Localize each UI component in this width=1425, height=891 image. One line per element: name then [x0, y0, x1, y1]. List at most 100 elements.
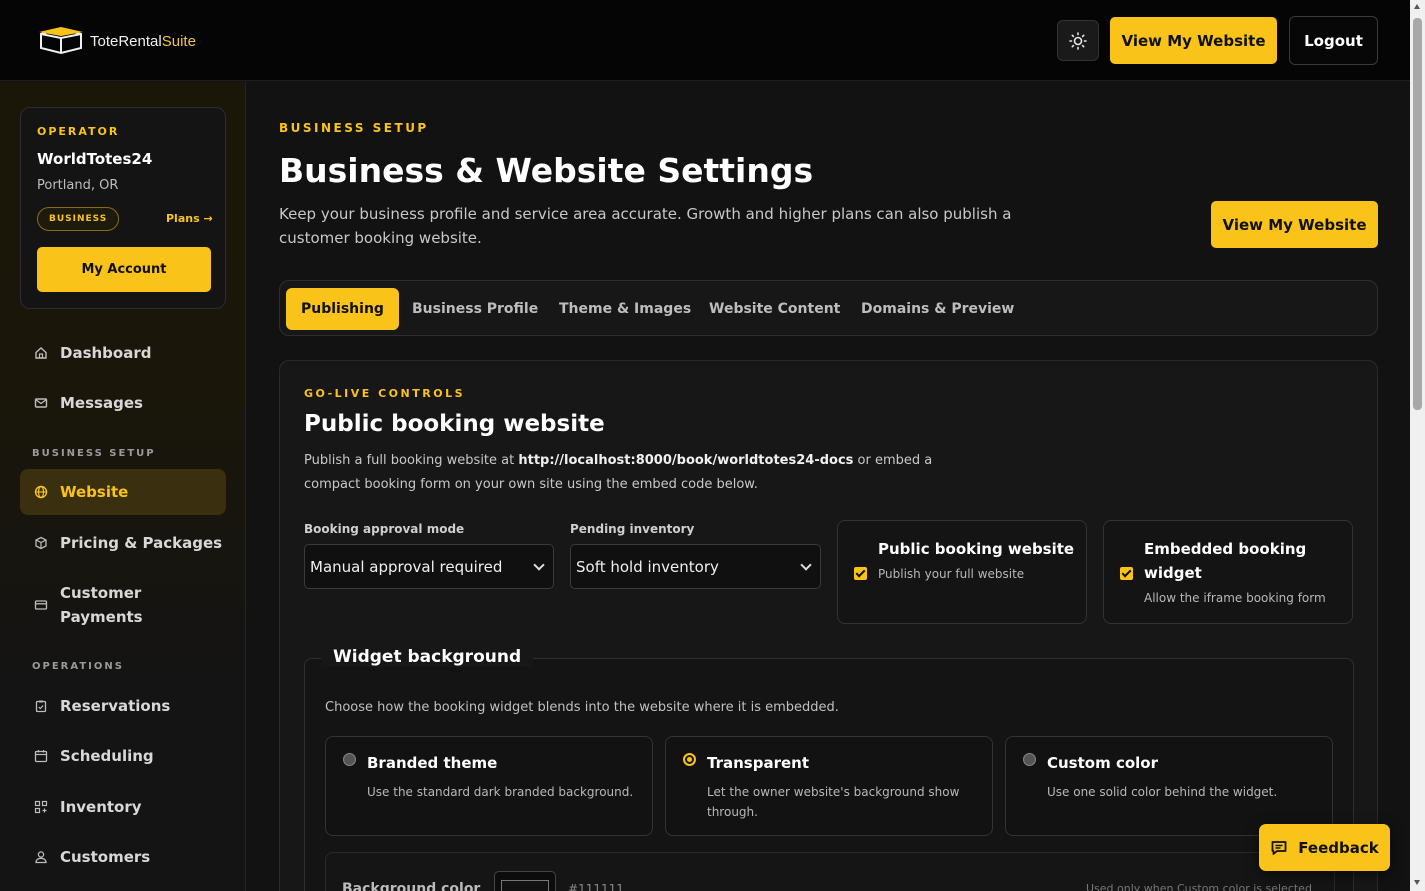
mail-icon — [34, 398, 48, 408]
radio-card-custom-color[interactable]: Custom color Use one solid color behind … — [1005, 736, 1333, 836]
tab-domains-preview[interactable]: Domains & Preview — [846, 288, 1029, 330]
sidebar-item-website[interactable]: Website — [20, 469, 226, 515]
my-account-button[interactable]: My Account — [37, 247, 211, 292]
sidebar-item-label: Reservations — [60, 697, 171, 715]
radio-card-title: Branded theme — [367, 754, 498, 772]
brand-name: ToteRentalSuite — [90, 32, 196, 50]
logout-button[interactable]: Logout — [1289, 16, 1378, 65]
sidebar-item-label: Scheduling — [60, 747, 154, 765]
nav-section-business-setup: BUSINESS SETUP — [32, 448, 156, 459]
radio-card-branded-theme[interactable]: Branded theme Use the standard dark bran… — [325, 736, 653, 836]
sidebar-item-scheduling[interactable]: Scheduling — [20, 733, 226, 779]
page-description: Keep your business profile and service a… — [279, 205, 1012, 247]
radio-card-transparent[interactable]: Transparent Let the owner website's back… — [665, 736, 993, 836]
brand-logo[interactable]: ToteRentalSuite — [38, 26, 196, 56]
globe-icon — [34, 485, 48, 499]
public-website-toggle-title: Public booking website — [878, 540, 1075, 558]
background-color-row: Background color #111111 Used only when … — [325, 852, 1335, 891]
operator-location: Portland, OR — [37, 178, 119, 193]
calendar-icon — [34, 750, 48, 763]
sidebar-item-messages[interactable]: Messages — [20, 380, 226, 426]
go-live-description: Publish a full booking website at http:/… — [304, 453, 933, 492]
page-scrollbar[interactable] — [1410, 0, 1425, 891]
operator-card: OPERATOR WorldTotes24 Portland, OR BUSIN… — [20, 107, 226, 309]
sidebar-item-inventory[interactable]: Inventory — [20, 784, 226, 830]
approval-mode-label: Booking approval mode — [304, 522, 465, 536]
background-color-hint: Used only when Custom color is selected — [1086, 882, 1312, 891]
feedback-label: Feedback — [1298, 838, 1379, 857]
sidebar-item-label: Pricing & Packages — [60, 534, 223, 552]
public-website-toggle-sub: Publish your full website — [878, 567, 1025, 581]
sidebar-item-label: Website — [60, 483, 129, 501]
sun-icon — [1069, 31, 1087, 50]
inventory-grid-icon — [34, 800, 48, 814]
embedded-widget-checkbox[interactable] — [1120, 567, 1133, 580]
plan-badge: BUSINESS — [37, 207, 120, 231]
settings-tabs: Publishing Business Profile Theme & Imag… — [279, 280, 1378, 336]
sidebar: OPERATOR WorldTotes24 Portland, OR BUSIN… — [0, 82, 246, 891]
background-color-label: Background color — [342, 881, 481, 891]
scroll-up-arrow-icon[interactable] — [1414, 4, 1420, 9]
embedded-widget-toggle-card[interactable]: Embedded booking widget Allow the iframe … — [1103, 520, 1353, 624]
home-icon — [35, 347, 47, 359]
approval-mode-value: Manual approval required — [310, 557, 503, 576]
sidebar-item-label: Customers — [60, 848, 151, 866]
pending-inventory-select[interactable]: Soft hold inventory — [570, 544, 821, 589]
radio-branded-theme[interactable] — [343, 753, 356, 766]
chevron-down-icon — [800, 559, 812, 571]
widget-background-description: Choose how the booking widget blends int… — [325, 700, 839, 715]
plans-link[interactable]: Plans → — [166, 212, 213, 225]
tab-website-content[interactable]: Website Content — [694, 288, 855, 330]
radio-transparent[interactable] — [683, 753, 696, 766]
view-website-button-secondary[interactable]: View My Website — [1211, 201, 1378, 248]
clipboard-icon — [35, 700, 47, 713]
sidebar-item-dashboard[interactable]: Dashboard — [20, 330, 226, 376]
scroll-down-arrow-icon[interactable] — [1414, 880, 1420, 885]
package-icon — [35, 536, 47, 550]
nav-section-operations: OPERATIONS — [32, 661, 124, 672]
go-live-title: Public booking website — [304, 411, 605, 437]
pending-inventory-value: Soft hold inventory — [576, 557, 719, 576]
sidebar-item-customer-payments[interactable]: Customer Payments — [20, 570, 226, 640]
approval-mode-select[interactable]: Manual approval required — [304, 544, 554, 589]
top-bar: ToteRentalSuite View My Website Logout — [0, 0, 1410, 81]
chevron-down-icon — [533, 559, 545, 571]
page-title: Business & Website Settings — [279, 151, 814, 190]
page-eyebrow: BUSINESS SETUP — [279, 121, 429, 135]
feedback-button[interactable]: Feedback — [1259, 824, 1390, 871]
credit-card-icon — [34, 600, 48, 610]
radio-card-sub: Use one solid color behind the widget. — [1047, 785, 1278, 799]
widget-background-fieldset: Widget background Choose how the booking… — [304, 647, 1354, 891]
public-website-checkbox[interactable] — [854, 567, 867, 580]
view-website-button[interactable]: View My Website — [1110, 17, 1277, 64]
sidebar-item-reservations[interactable]: Reservations — [20, 683, 226, 729]
users-icon — [35, 851, 47, 864]
go-live-eyebrow: GO-LIVE CONTROLS — [304, 387, 465, 400]
tab-business-profile[interactable]: Business Profile — [397, 288, 553, 330]
sidebar-item-label: Messages — [60, 394, 143, 412]
tab-publishing[interactable]: Publishing — [286, 288, 399, 330]
sidebar-item-label: Dashboard — [60, 344, 152, 362]
radio-card-title: Custom color — [1047, 754, 1158, 772]
radio-card-sub: Let the owner website's background show … — [707, 785, 960, 819]
operator-label: OPERATOR — [37, 125, 120, 138]
radio-custom-color[interactable] — [1023, 753, 1036, 766]
public-website-toggle-card[interactable]: Public booking website Publish your full… — [837, 520, 1087, 624]
embedded-widget-toggle-title: Embedded booking widget — [1144, 540, 1307, 582]
sidebar-item-pricing[interactable]: Pricing & Packages — [20, 520, 226, 566]
background-color-value: #111111 — [568, 882, 624, 891]
theme-toggle-button[interactable] — [1057, 20, 1099, 61]
booking-url[interactable]: http://localhost:8000/book/worldtotes24-… — [518, 453, 853, 468]
sidebar-item-label: Inventory — [60, 798, 142, 816]
chat-bubble-icon — [1271, 840, 1287, 855]
sidebar-item-customers[interactable]: Customers — [20, 834, 226, 880]
main-content: BUSINESS SETUP Business & Website Settin… — [247, 82, 1410, 891]
go-live-panel: GO-LIVE CONTROLS Public booking website … — [279, 360, 1378, 891]
tab-theme-images[interactable]: Theme & Images — [544, 288, 706, 330]
sidebar-item-label: Customer Payments — [60, 584, 143, 626]
scrollbar-thumb[interactable] — [1413, 18, 1422, 410]
background-color-picker[interactable] — [494, 871, 556, 891]
tote-box-icon — [38, 26, 84, 56]
pending-inventory-label: Pending inventory — [570, 522, 695, 536]
operator-name: WorldTotes24 — [37, 150, 153, 168]
